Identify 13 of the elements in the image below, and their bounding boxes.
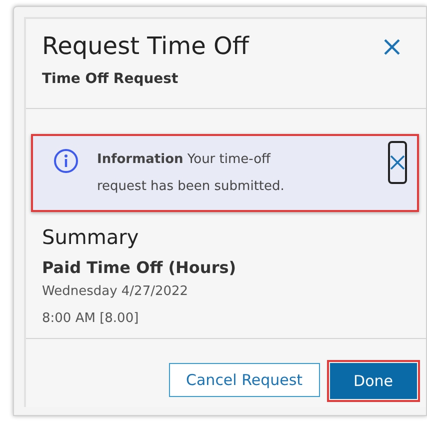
dialog-subtitle: Time Off Request [41,70,180,89]
cancel-request-button[interactable]: Cancel Request [169,363,320,397]
dismiss-button[interactable] [388,141,407,184]
dialog-title: Request Time Off [42,31,249,62]
info-icon [53,148,79,174]
leave-time: 8:00 AM [8.00] [41,310,140,328]
close-icon [390,155,405,170]
leave-date: Wednesday 4/27/2022 [41,283,190,301]
done-button[interactable]: Done [330,363,417,399]
leave-type: Paid Time Off (Hours) [41,257,238,279]
alert-message: Information Your time-off request has been submitted. [97,151,286,196]
close-icon[interactable] [383,38,401,56]
summary-heading: Summary [41,224,140,251]
